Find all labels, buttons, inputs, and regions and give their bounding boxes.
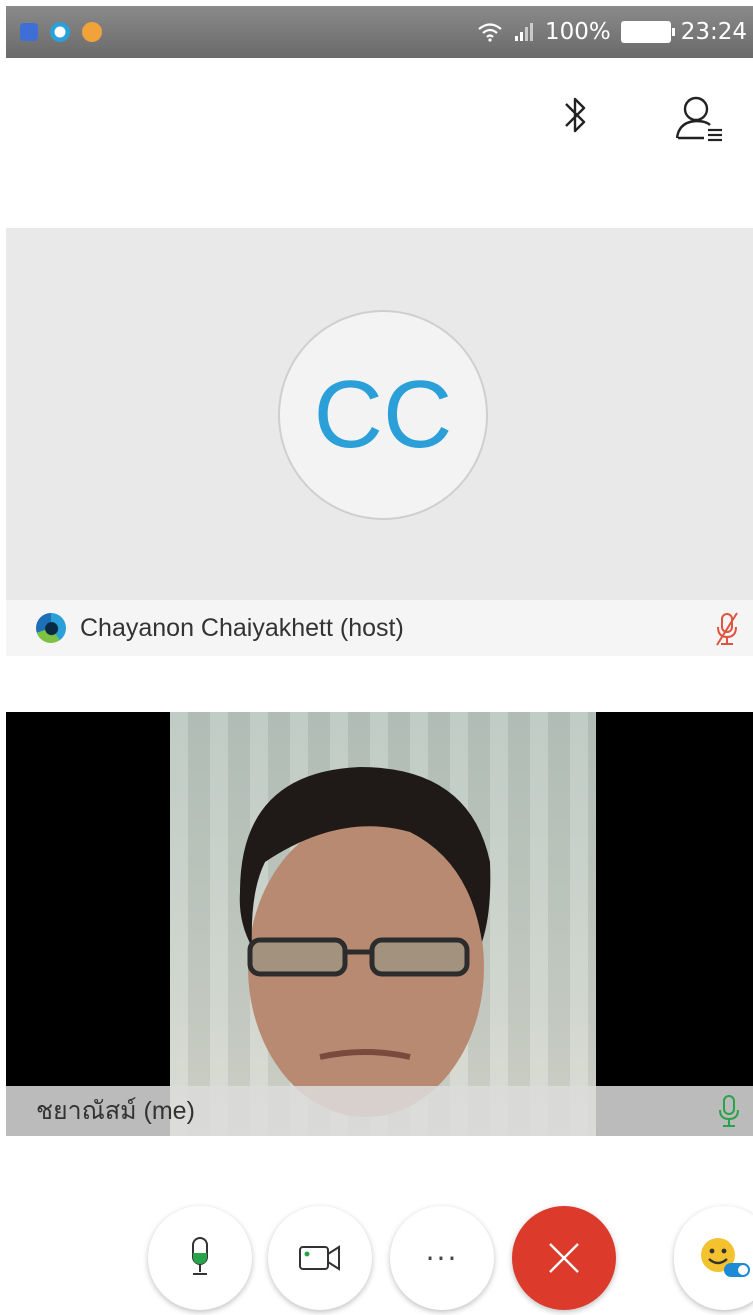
- host-avatar: CC: [278, 310, 488, 520]
- self-video-tile[interactable]: [6, 712, 753, 1136]
- mic-on-icon: [719, 1095, 739, 1127]
- clock: 23:24: [680, 19, 747, 45]
- mute-toggle-button[interactable]: [148, 1206, 252, 1310]
- emoji-reaction-icon: [701, 1238, 750, 1277]
- participants-icon[interactable]: [674, 92, 726, 142]
- reactions-button[interactable]: [674, 1206, 753, 1310]
- notification-app-icon: [20, 23, 38, 41]
- signal-icon: [514, 23, 533, 41]
- bluetooth-icon[interactable]: [558, 90, 594, 140]
- microphone-icon: [192, 1237, 208, 1275]
- wifi-icon: [478, 23, 502, 42]
- battery-percent: 100%: [544, 19, 611, 45]
- webex-notification-icon: [50, 22, 70, 42]
- status-bar: 100% 23:24: [6, 6, 753, 58]
- host-name-bar: Chayanon Chaiyakhett (host): [6, 600, 753, 656]
- end-call-button[interactable]: [512, 1206, 616, 1310]
- video-camera-icon: [299, 1245, 340, 1271]
- self-name: ชยาณัสม์ (me): [36, 1097, 195, 1125]
- host-name: Chayanon Chaiyakhett (host): [80, 613, 404, 642]
- close-icon: [549, 1243, 579, 1273]
- self-name-bar: ชยาณัสม์ (me): [6, 1086, 753, 1136]
- self-camera-feed: [170, 712, 596, 1136]
- host-video-tile[interactable]: CC: [6, 228, 753, 600]
- more-options-button[interactable]: ···: [390, 1206, 494, 1310]
- mic-muted-icon: [716, 612, 738, 646]
- person-image: [239, 767, 491, 1117]
- video-toggle-button[interactable]: [268, 1206, 372, 1310]
- webex-logo-icon: [36, 613, 66, 643]
- app-notification-icon: [82, 22, 102, 42]
- battery-icon: [620, 21, 675, 43]
